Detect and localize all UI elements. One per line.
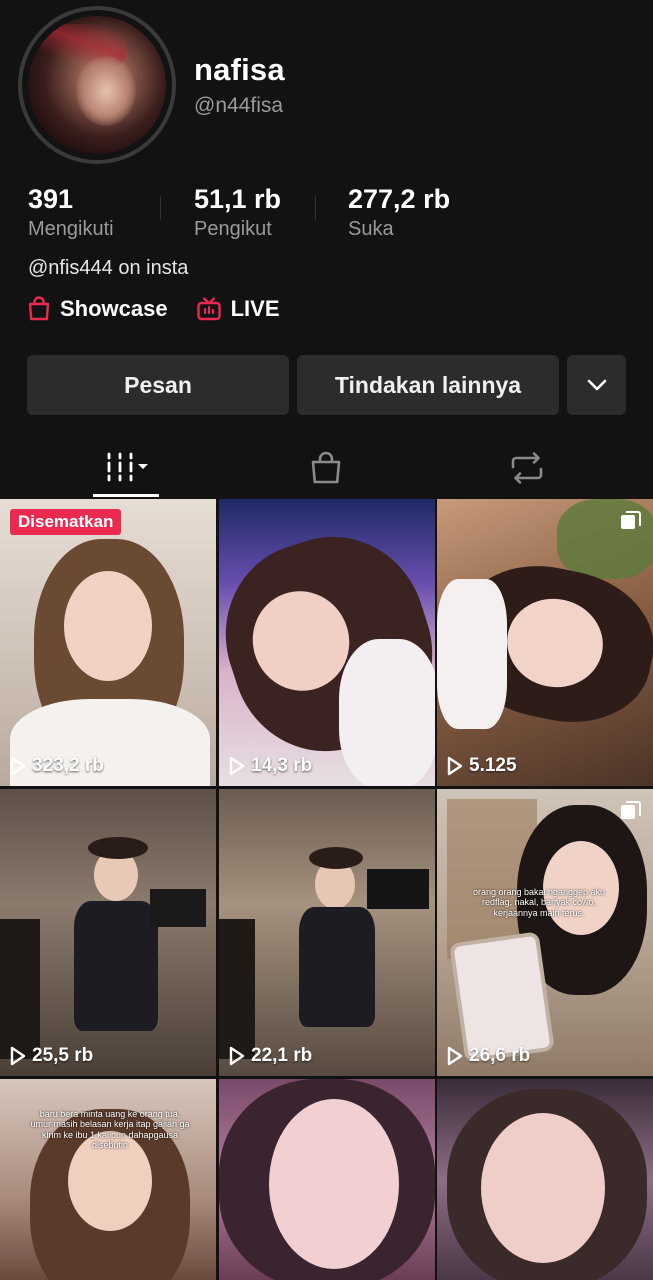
video-tile[interactable]: Disematkan 323,2 rb bbox=[0, 499, 216, 786]
showcase-label: Showcase bbox=[60, 296, 168, 321]
play-icon bbox=[447, 1046, 463, 1066]
stat-divider bbox=[315, 196, 316, 220]
play-icon bbox=[229, 1046, 245, 1066]
video-tile[interactable]: 14,3 rb bbox=[219, 499, 435, 786]
video-tile[interactable] bbox=[219, 1079, 435, 1280]
view-count-value: 26,6 rb bbox=[469, 1045, 531, 1066]
more-actions-button[interactable]: Tindakan lainnya bbox=[297, 355, 559, 415]
view-count: 22,1 rb bbox=[229, 1045, 312, 1067]
shopping-bag-icon bbox=[311, 451, 341, 484]
active-tab-indicator bbox=[93, 494, 159, 497]
avatar[interactable] bbox=[18, 6, 176, 164]
view-count: 25,5 rb bbox=[10, 1045, 93, 1067]
tab-reposts[interactable] bbox=[497, 438, 557, 498]
stat-followers-value: 51,1 rb bbox=[194, 184, 282, 214]
video-tile[interactable]: baru bera minta uang ke orang tua, umur … bbox=[0, 1079, 216, 1280]
stat-following-label: Mengikuti bbox=[28, 218, 114, 240]
stat-likes-label: Suka bbox=[348, 218, 394, 240]
stat-divider bbox=[160, 196, 161, 220]
view-count: 26,6 rb bbox=[447, 1045, 530, 1067]
live-link[interactable]: LIVE bbox=[196, 296, 280, 322]
stat-likes[interactable]: 277,2 rb Suka bbox=[348, 184, 450, 241]
view-count-value: 5.125 bbox=[469, 755, 517, 776]
bio-text: @nfis444 on insta bbox=[28, 257, 189, 279]
multi-photo-icon bbox=[619, 509, 643, 538]
showcase-link[interactable]: Showcase bbox=[27, 296, 168, 322]
stat-followers-label: Pengikut bbox=[194, 218, 272, 240]
profile-name: nafisa bbox=[194, 52, 285, 87]
play-icon bbox=[10, 1046, 26, 1066]
profile-header: nafisa @n44fisa 391 Mengikuti 51,1 rb Pe… bbox=[0, 0, 653, 498]
view-count-value: 323,2 rb bbox=[32, 755, 104, 776]
chevron-down-icon bbox=[587, 379, 606, 391]
stat-likes-value: 277,2 rb bbox=[348, 184, 451, 214]
multi-photo-icon bbox=[619, 799, 643, 828]
view-count: 5.125 bbox=[447, 755, 517, 777]
profile-links: Showcase LIVE bbox=[27, 296, 308, 322]
view-count-value: 22,1 rb bbox=[251, 1045, 313, 1066]
videos-grid-icon bbox=[107, 452, 148, 482]
live-label: LIVE bbox=[230, 296, 280, 321]
shopping-bag-icon bbox=[28, 296, 50, 321]
live-tv-icon bbox=[196, 297, 221, 321]
video-caption: baru bera minta uang ke orang tua, umur … bbox=[30, 1109, 190, 1151]
play-icon bbox=[447, 756, 463, 776]
view-count-value: 14,3 rb bbox=[251, 755, 313, 776]
video-tile[interactable]: 22,1 rb bbox=[219, 789, 435, 1076]
repost-icon bbox=[511, 452, 543, 484]
video-tile[interactable]: 25,5 rb bbox=[0, 789, 216, 1076]
tab-shop[interactable] bbox=[296, 438, 356, 498]
avatar-image bbox=[28, 16, 166, 154]
dropdown-button[interactable] bbox=[567, 355, 626, 415]
video-caption: orang orang bakal nganggep aku redflag, … bbox=[472, 887, 606, 918]
view-count: 14,3 rb bbox=[229, 755, 312, 777]
stat-following-value: 391 bbox=[28, 184, 74, 214]
play-icon bbox=[10, 756, 26, 776]
stat-followers[interactable]: 51,1 rb Pengikut bbox=[194, 184, 281, 241]
profile-handle: @n44fisa bbox=[194, 94, 284, 117]
tab-videos[interactable] bbox=[93, 438, 159, 498]
video-tile[interactable] bbox=[437, 1079, 653, 1280]
profile-tabs bbox=[0, 438, 653, 498]
play-icon bbox=[229, 756, 245, 776]
view-count-value: 25,5 rb bbox=[32, 1045, 94, 1066]
pinned-badge: Disematkan bbox=[10, 509, 122, 535]
video-tile[interactable]: orang orang bakal nganggep aku redflag, … bbox=[437, 789, 653, 1076]
message-button[interactable]: Pesan bbox=[27, 355, 289, 415]
view-count: 323,2 rb bbox=[10, 755, 104, 777]
stat-following[interactable]: 391 Mengikuti bbox=[28, 184, 114, 241]
video-tile[interactable]: 5.125 bbox=[437, 499, 653, 786]
